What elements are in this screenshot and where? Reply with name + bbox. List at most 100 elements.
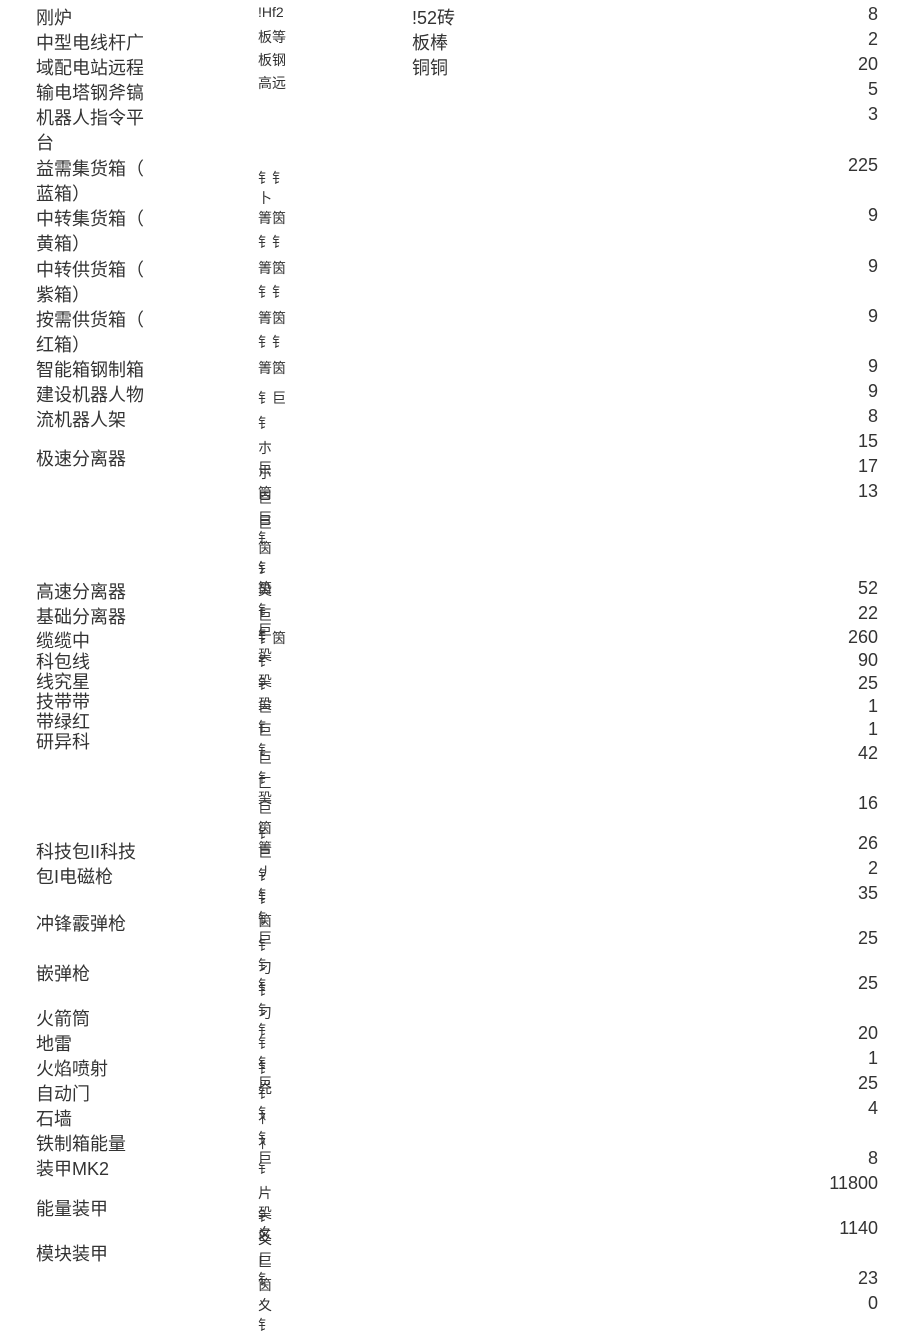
col-right-item: 25 xyxy=(858,973,878,994)
col-right-item: 9 xyxy=(868,205,878,226)
col-right-item: 35 xyxy=(858,883,878,904)
col-right-item: 52 xyxy=(858,578,878,599)
col-mid1-item: 匚 xyxy=(258,1252,288,1272)
col-right-item: 20 xyxy=(858,1023,878,1044)
col-left-item: 紫箱） xyxy=(36,281,146,307)
col-left-item: 冲锋霰弹枪 xyxy=(36,910,146,936)
col-left-item: 科技包II科技 xyxy=(36,838,146,864)
col-left-item: 中转供货箱（ xyxy=(36,256,146,282)
col-mid1-item: 钅巨 xyxy=(258,388,288,408)
col-left-item: 机器人指令平 xyxy=(36,104,146,130)
col-left-item: 地雷 xyxy=(36,1030,146,1056)
col-mid1-item: 钅 xyxy=(258,413,288,433)
col-left-item: 域配电站远程 xyxy=(36,54,146,80)
col-right-item: 2 xyxy=(868,858,878,879)
col-right-item: 22 xyxy=(858,603,878,624)
col-right-item: 26 xyxy=(858,833,878,854)
col-left-item: 火箭筒 xyxy=(36,1005,146,1031)
col-mid1-item: 板钢 xyxy=(258,50,288,70)
col-mid1-item: 刁 xyxy=(258,958,288,978)
col-mid1-item: 钅钅 xyxy=(258,282,288,302)
col-mid2-item: 铜铜 xyxy=(412,54,472,80)
col-left-item: 流机器人架 xyxy=(36,406,146,432)
col-mid1-item: 钅钅卜 xyxy=(258,168,288,208)
col-mid1-item: 礻 xyxy=(258,1133,288,1153)
col-left-item: 黄箱） xyxy=(36,230,146,256)
col-left-item: 高速分离器 xyxy=(36,578,146,604)
col-left-item: 台 xyxy=(36,129,146,155)
col-mid2-item: 板棒 xyxy=(412,29,472,55)
col-right-item: 15 xyxy=(858,431,878,452)
col-right-item: 16 xyxy=(858,793,878,814)
col-left-item: 自动门 xyxy=(36,1080,146,1106)
col-mid1-item: 箐筃 xyxy=(258,258,288,278)
col-mid1-item: 筃 夊 钅 xyxy=(258,1275,288,1335)
col-left-item: 输电塔钢斧镐 xyxy=(36,79,146,105)
col-mid1-item: 高远 xyxy=(258,73,288,93)
col-left-item: 铁制箱能量 xyxy=(36,1130,146,1156)
col-left-item: 模块装甲 xyxy=(36,1240,146,1266)
col-left-item: 智能箱钢制箱 xyxy=(36,356,146,382)
col-right-item: 4 xyxy=(868,1098,878,1119)
col-left-item: 基础分离器 xyxy=(36,603,146,629)
col-left-item: 红箱） xyxy=(36,331,146,357)
col-mid1-item: 钅钅 xyxy=(258,332,288,352)
col-left-item: 中型电线杆广 xyxy=(36,29,146,55)
col-right-item: 11800 xyxy=(829,1173,878,1194)
col-right-item: 9 xyxy=(868,256,878,277)
col-left-item: 研异科 xyxy=(36,728,146,754)
col-mid1-item: 氵 xyxy=(258,558,288,578)
col-right-item: 13 xyxy=(858,481,878,502)
col-right-item: 260 xyxy=(848,627,878,648)
col-mid1-item: !Hf2 xyxy=(258,4,288,20)
col-left-item: 刚炉 xyxy=(36,4,146,30)
col-mid1-item: 箐筃 xyxy=(258,208,288,228)
col-right-item: 2 xyxy=(868,29,878,50)
col-right-item: 1 xyxy=(868,719,878,740)
col-mid1-item: 匚 xyxy=(258,773,288,793)
col-right-item: 225 xyxy=(848,155,878,176)
col-left-item: 极速分离器 xyxy=(36,445,146,471)
col-right-item: 9 xyxy=(868,381,878,402)
col-mid1-item: 巨 xyxy=(258,513,288,533)
col-left-item: 嵌弹枪 xyxy=(36,960,146,986)
col-mid1-item: 箐筃 xyxy=(258,308,288,328)
col-right-item: 3 xyxy=(868,104,878,125)
col-right-item: 0 xyxy=(868,1293,878,1314)
col-left-item: 石墙 xyxy=(36,1105,146,1131)
col-mid1-item: 箐筃 xyxy=(258,358,288,378)
col-right-item: 23 xyxy=(858,1268,878,1289)
col-right-item: 9 xyxy=(868,306,878,327)
col-left-item: 益需集货箱（ xyxy=(36,155,146,181)
col-right-item: 20 xyxy=(858,54,878,75)
col-left-item: 建设机器人物 xyxy=(36,381,146,407)
col-mid1-item: 钅筃 xyxy=(258,628,288,648)
col-mid2-item: !52砖 xyxy=(412,4,472,30)
col-mid1-item: 钅 xyxy=(258,823,288,843)
col-mid1-item: 钅钅 xyxy=(258,232,288,252)
col-mid1-item: 板等 xyxy=(258,27,288,47)
col-right-item: 25 xyxy=(858,928,878,949)
col-right-item: 8 xyxy=(868,1148,878,1169)
page-container: 刚炉中型电线杆广域配电站远程输电塔钢斧镐机器人指令平台益需集货箱（蓝箱）中转集货… xyxy=(0,0,920,1301)
col-left-item: 包I电磁枪 xyxy=(36,863,146,889)
col-left-item: 蓝箱） xyxy=(36,180,146,206)
col-right-item: 25 xyxy=(858,1073,878,1094)
col-right-item: 8 xyxy=(868,4,878,25)
col-right-item: 25 xyxy=(858,673,878,694)
col-right-item: 5 xyxy=(868,79,878,100)
col-mid1-item: 刁 xyxy=(258,1003,288,1023)
col-left-item: 能量装甲 xyxy=(36,1195,146,1221)
col-left-item: 火焰喷射 xyxy=(36,1055,146,1081)
col-right-item: 1 xyxy=(868,1048,878,1069)
col-mid1-item: 筃 xyxy=(258,911,288,931)
col-right-item: 42 xyxy=(858,743,878,764)
col-left-item: 中转集货箱（ xyxy=(36,205,146,231)
col-right-item: 1 xyxy=(868,696,878,717)
col-right-item: 17 xyxy=(858,456,878,477)
col-right-item: 9 xyxy=(868,356,878,377)
col-left-item: 按需供货箱（ xyxy=(36,306,146,332)
col-mid1-item: 钅 xyxy=(258,1158,288,1178)
col-right-item: 8 xyxy=(868,406,878,427)
col-right-item: 90 xyxy=(858,650,878,671)
